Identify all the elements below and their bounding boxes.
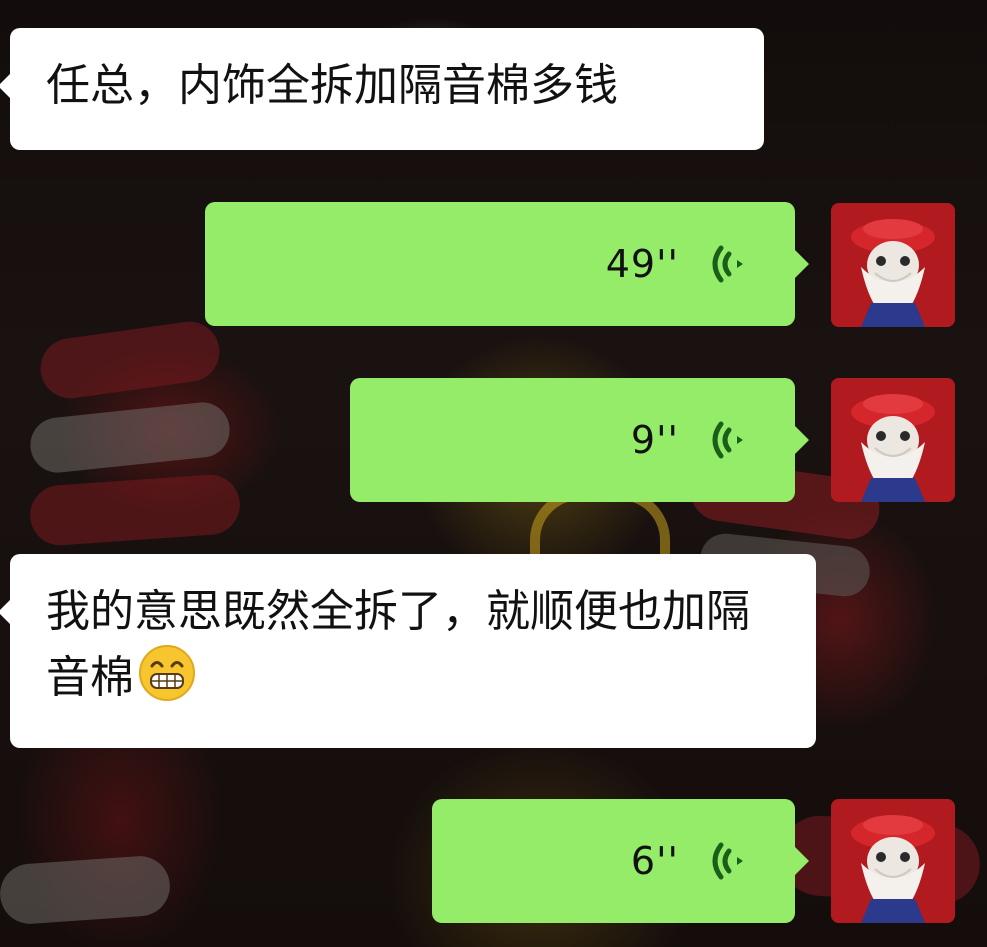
voice-duration: 9'': [630, 418, 679, 462]
voice-duration: 6'': [630, 839, 679, 883]
voice-message-content: 6'': [631, 799, 747, 923]
voice-wave-icon: [712, 842, 743, 880]
background-stripe: [27, 399, 233, 476]
voice-message-bubble[interactable]: 6'': [432, 799, 809, 923]
grinning-face-emoji-icon: [139, 645, 195, 701]
background-stripe: [36, 317, 224, 403]
background-stripe: [0, 854, 172, 926]
voice-message-content: 49'': [606, 202, 747, 326]
voice-wave-icon: [712, 245, 743, 283]
user-avatar[interactable]: [831, 799, 955, 923]
bearded-figure-avatar-icon: [831, 799, 955, 923]
voice-message-bubble[interactable]: 9'': [350, 378, 809, 502]
incoming-message-bubble[interactable]: 任总，内饰全拆加隔音棉多钱: [0, 28, 764, 150]
message-text: 任总，内饰全拆加隔音棉多钱: [46, 60, 618, 111]
user-avatar[interactable]: [831, 378, 955, 502]
incoming-message-bubble[interactable]: 我的意思既然全拆了，就顺便也加隔音棉: [0, 554, 816, 748]
user-avatar[interactable]: [831, 203, 955, 327]
voice-wave-icon: [712, 421, 743, 459]
voice-message-content: 9'': [631, 378, 747, 502]
background-stripe: [28, 472, 242, 548]
bearded-figure-avatar-icon: [831, 378, 955, 502]
bearded-figure-avatar-icon: [831, 203, 955, 327]
voice-message-bubble[interactable]: 49'': [205, 202, 809, 326]
voice-duration: 49'': [605, 242, 679, 286]
